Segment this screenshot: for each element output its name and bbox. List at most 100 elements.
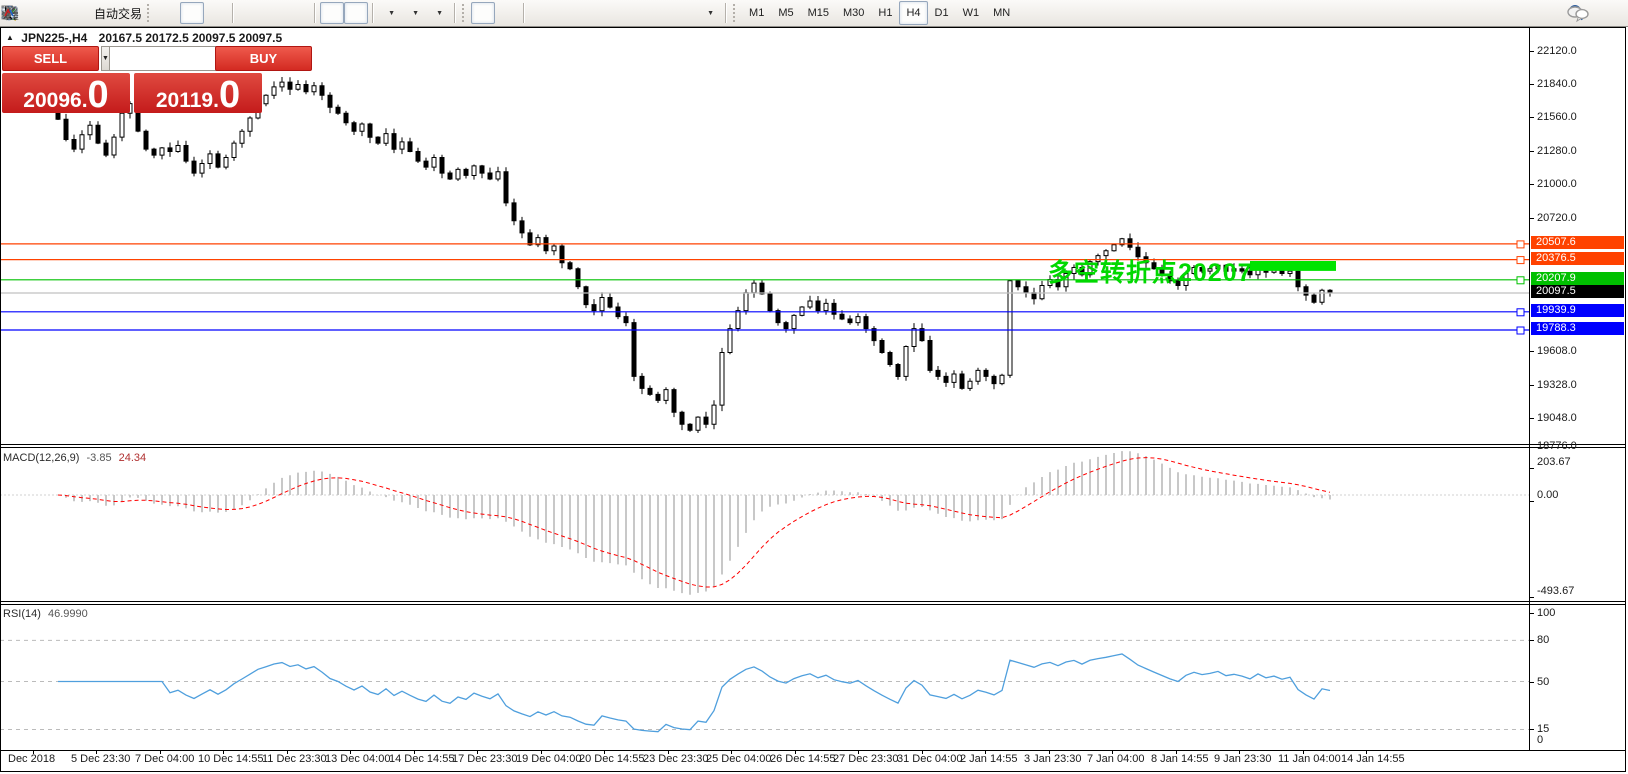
macd-label: MACD(12,26,9) -3.85 24.34 bbox=[3, 452, 147, 464]
auto-scroll-button[interactable] bbox=[2, 2, 345, 24]
one-click-trading-panel: SELL ▼ ▲ BUY 20096 . 0 20119 . 0 bbox=[2, 46, 314, 114]
price-axis-label: 21560.0 bbox=[1537, 111, 1577, 123]
buy-button[interactable]: BUY bbox=[215, 46, 312, 71]
price-axis-line bbox=[1529, 28, 1530, 750]
timeframe-button-m30[interactable]: M30 bbox=[836, 1, 871, 25]
autotrading-button[interactable]: 自动交易 bbox=[1, 2, 145, 24]
text-label-button[interactable]: T bbox=[1, 2, 697, 24]
time-axis-label: 7 Jan 04:00 bbox=[1087, 753, 1145, 765]
rsi-label: RSI(14) 46.9990 bbox=[3, 608, 88, 620]
toolbar-grip bbox=[733, 4, 738, 22]
buy-price-display[interactable]: 20119 . 0 bbox=[134, 73, 262, 114]
time-axis-label: 17 Dec 23:30 bbox=[452, 753, 518, 765]
rsi-scale-tick bbox=[1529, 729, 1534, 730]
chat-icon bbox=[1567, 6, 1589, 23]
zoom-out-button[interactable] bbox=[2, 2, 286, 24]
price-axis-label: 22120.0 bbox=[1537, 45, 1577, 57]
highlight-rectangle[interactable] bbox=[1250, 261, 1336, 271]
candlestick-chart-button[interactable] bbox=[3, 2, 205, 24]
timeframe-button-w1[interactable]: W1 bbox=[956, 1, 987, 25]
price-axis-tick bbox=[1529, 51, 1534, 52]
timeframe-button-h1[interactable]: H1 bbox=[871, 1, 899, 25]
timeframe-group: M1 M5 M15 M30 H1 H4 D1 W1 MN bbox=[742, 1, 1017, 25]
price-axis-tick bbox=[1529, 184, 1534, 185]
sell-price-display[interactable]: 20096 . 0 bbox=[2, 73, 130, 114]
chart-shift-button[interactable] bbox=[2, 2, 369, 24]
panel-splitter[interactable] bbox=[0, 444, 1626, 448]
time-axis-tick bbox=[1176, 750, 1177, 754]
time-axis-label: 31 Dec 04:00 bbox=[897, 753, 963, 765]
chart-text-annotation[interactable]: 多空转折点20207 bbox=[1048, 253, 1253, 289]
time-axis-tick bbox=[1239, 750, 1240, 754]
macd-panel[interactable] bbox=[0, 448, 1529, 601]
timeframe-button-m15[interactable]: M15 bbox=[801, 1, 836, 25]
templates-button[interactable]: ▼ bbox=[1, 2, 450, 24]
volume-decrease-button[interactable]: ▼ bbox=[101, 46, 110, 71]
time-axis-label: 9 Jan 23:30 bbox=[1214, 753, 1272, 765]
timeframe-button-mn[interactable]: MN bbox=[986, 1, 1017, 25]
community-button[interactable] bbox=[3, 2, 64, 24]
timeframe-button-h4[interactable]: H4 bbox=[899, 1, 928, 25]
rsi-panel[interactable] bbox=[0, 605, 1529, 750]
price-axis-label: 19048.0 bbox=[1537, 412, 1577, 424]
time-axis-label: 5 Dec 23:30 bbox=[71, 753, 131, 765]
rsi-line bbox=[58, 653, 1331, 733]
vertical-line-button[interactable] bbox=[6, 2, 553, 24]
fibonacci-button[interactable]: F bbox=[3, 2, 649, 24]
price-badge: 20207.9 bbox=[1531, 272, 1624, 285]
price-axis-tick bbox=[1529, 218, 1534, 219]
line-handle[interactable] bbox=[1516, 276, 1525, 285]
macd-histogram bbox=[65, 451, 1331, 595]
line-handle[interactable] bbox=[1516, 308, 1525, 317]
tile-windows-button[interactable] bbox=[1, 2, 310, 24]
time-axis-label: 26 Dec 14:55 bbox=[770, 753, 836, 765]
time-axis-label: 19 Dec 04:00 bbox=[516, 753, 582, 765]
line-chart-button[interactable] bbox=[1, 2, 228, 24]
mt4-window: 单 自动交易 bbox=[0, 0, 1628, 774]
arrows-button[interactable]: ▼ bbox=[4, 2, 721, 24]
dropdown-caret-icon: ▼ bbox=[707, 9, 714, 17]
timeframe-button-m1[interactable]: M1 bbox=[742, 1, 771, 25]
zoom-in-button[interactable] bbox=[2, 2, 262, 24]
time-axis-tick bbox=[604, 750, 605, 754]
bar-chart-button[interactable] bbox=[3, 2, 180, 24]
timeframe-button-m5[interactable]: M5 bbox=[771, 1, 800, 25]
collapse-arrow-icon[interactable]: ▲ bbox=[6, 33, 14, 42]
time-axis-tick bbox=[414, 750, 415, 754]
price-badge: 19788.3 bbox=[1531, 322, 1624, 335]
price-axis-tick bbox=[1529, 351, 1534, 352]
sell-button[interactable]: SELL bbox=[2, 46, 99, 71]
time-axis-tick bbox=[223, 750, 224, 754]
trendline-button[interactable] bbox=[2, 2, 601, 24]
time-axis-label: 14 Dec 14:55 bbox=[389, 753, 455, 765]
indicators-button[interactable]: ▼ bbox=[1, 2, 402, 24]
price-axis-tick bbox=[1529, 117, 1534, 118]
price-badge: 20507.6 bbox=[1531, 236, 1624, 249]
macd-signal-line bbox=[57, 457, 1331, 588]
time-axis-label: 11 Dec 23:30 bbox=[262, 753, 327, 765]
time-axis-label: 23 Dec 23:30 bbox=[643, 753, 709, 765]
equidistant-channel-button[interactable]: E bbox=[1, 2, 625, 24]
price-badge: 19939.9 bbox=[1531, 304, 1624, 317]
panel-splitter[interactable] bbox=[0, 601, 1626, 605]
price-axis-label: 21840.0 bbox=[1537, 78, 1577, 90]
text-button[interactable]: A bbox=[3, 2, 673, 24]
line-handle[interactable] bbox=[1516, 240, 1525, 249]
timeframe-button-d1[interactable]: D1 bbox=[928, 1, 956, 25]
toolbar-separator bbox=[232, 3, 235, 23]
line-handle[interactable] bbox=[1516, 256, 1525, 265]
macd-scale-label: 0.00 bbox=[1537, 489, 1559, 501]
toolbar-grip bbox=[462, 4, 467, 22]
chat-button[interactable] bbox=[1567, 2, 1622, 24]
signals-button[interactable] bbox=[3, 2, 88, 24]
periods-button[interactable]: ▼ bbox=[1, 2, 426, 24]
horizontal-line-button[interactable] bbox=[2, 2, 577, 24]
time-axis-tick bbox=[160, 750, 161, 754]
crosshair-button[interactable] bbox=[2, 2, 519, 24]
dropdown-caret-icon: ▼ bbox=[436, 9, 443, 17]
cursor-button[interactable] bbox=[5, 2, 496, 24]
sell-price-int: 20096 bbox=[23, 89, 82, 112]
line-handle[interactable] bbox=[1516, 326, 1525, 335]
time-axis-tick bbox=[477, 750, 478, 754]
macd-scale-label: 203.67 bbox=[1537, 456, 1571, 468]
